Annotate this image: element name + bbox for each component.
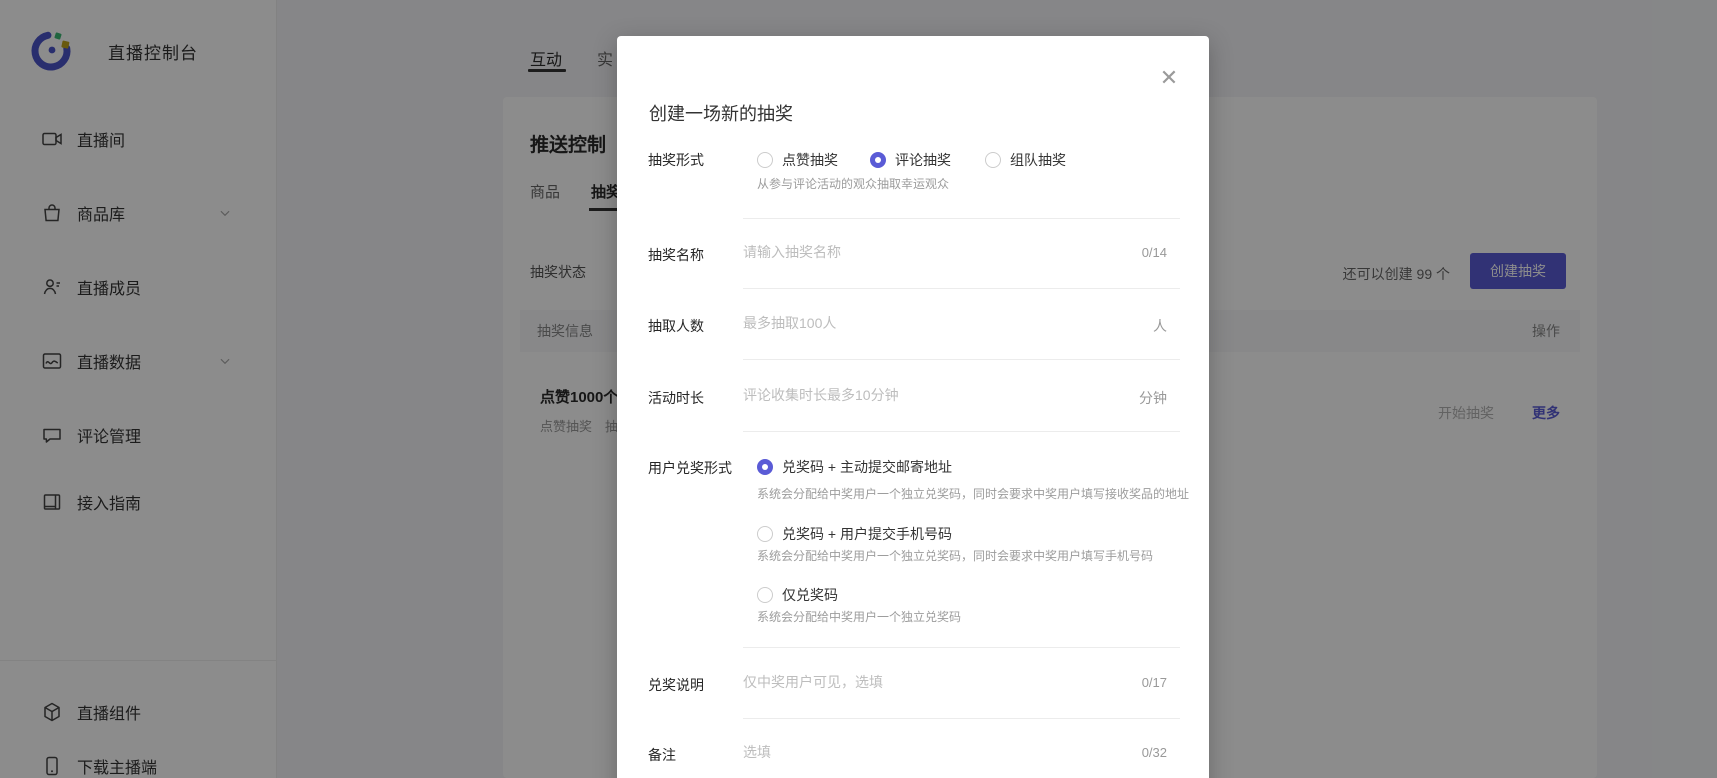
radio-label: 评论抽奖 (895, 150, 951, 170)
remark-char-counter: 0/32 (1142, 745, 1167, 760)
divider (743, 718, 1180, 719)
name-char-counter: 0/14 (1142, 245, 1167, 260)
radio-label: 组队抽奖 (1010, 150, 1066, 170)
field-label-redeem-type: 用户兑奖形式 (648, 458, 732, 478)
duration-input[interactable] (743, 384, 1073, 406)
radio-label: 仅兑奖码 (782, 585, 838, 605)
radio-selected-icon (870, 152, 886, 168)
divider (743, 431, 1180, 432)
redeem-option-helper: 系统会分配给中奖用户一个独立兑奖码，同时会要求中奖用户填写接收奖品的地址 (757, 485, 1189, 502)
radio-comment-lottery[interactable]: 评论抽奖 (870, 150, 951, 170)
radio-label: 兑奖码 + 主动提交邮寄地址 (782, 457, 952, 477)
winner-count-input[interactable] (743, 312, 1073, 334)
radio-code-plus-address[interactable]: 兑奖码 + 主动提交邮寄地址 (757, 457, 952, 477)
field-label-count: 抽取人数 (648, 316, 704, 336)
duration-unit-suffix: 分钟 (1139, 388, 1167, 408)
create-lottery-modal: 创建一场新的抽奖 ✕ 抽奖形式 点赞抽奖 评论抽奖 组队抽奖 从参与评论活动的观… (617, 36, 1209, 778)
lottery-name-input[interactable] (743, 241, 1073, 263)
divider (743, 288, 1180, 289)
field-label-duration: 活动时长 (648, 388, 704, 408)
field-label-redeem-desc: 兑奖说明 (648, 675, 704, 695)
radio-unselected-icon (757, 526, 773, 542)
redeem-option-helper: 系统会分配给中奖用户一个独立兑奖码 (757, 608, 961, 625)
redeem-desc-char-counter: 0/17 (1142, 675, 1167, 690)
radio-code-only[interactable]: 仅兑奖码 (757, 585, 838, 605)
radio-selected-icon (757, 459, 773, 475)
lottery-type-helper: 从参与评论活动的观众抽取幸运观众 (757, 175, 949, 192)
field-label-lottery-type: 抽奖形式 (648, 150, 704, 170)
close-icon[interactable]: ✕ (1155, 64, 1183, 92)
radio-label: 兑奖码 + 用户提交手机号码 (782, 524, 952, 544)
remark-input[interactable] (743, 741, 1073, 763)
radio-unselected-icon (985, 152, 1001, 168)
radio-like-lottery[interactable]: 点赞抽奖 (757, 150, 838, 170)
divider (743, 647, 1180, 648)
divider (743, 218, 1180, 219)
radio-team-lottery[interactable]: 组队抽奖 (985, 150, 1066, 170)
count-unit-suffix: 人 (1153, 316, 1167, 336)
radio-code-plus-phone[interactable]: 兑奖码 + 用户提交手机号码 (757, 524, 952, 544)
app-window: 直播控制台 直播间 商品库 直播成员 (0, 0, 1717, 778)
divider (743, 359, 1180, 360)
redeem-desc-input[interactable] (743, 671, 1073, 693)
radio-unselected-icon (757, 152, 773, 168)
field-label-name: 抽奖名称 (648, 245, 704, 265)
radio-label: 点赞抽奖 (782, 150, 838, 170)
modal-title: 创建一场新的抽奖 (649, 100, 793, 126)
radio-unselected-icon (757, 587, 773, 603)
field-label-remark: 备注 (648, 745, 676, 765)
redeem-option-helper: 系统会分配给中奖用户一个独立兑奖码，同时会要求中奖用户填写手机号码 (757, 547, 1153, 564)
